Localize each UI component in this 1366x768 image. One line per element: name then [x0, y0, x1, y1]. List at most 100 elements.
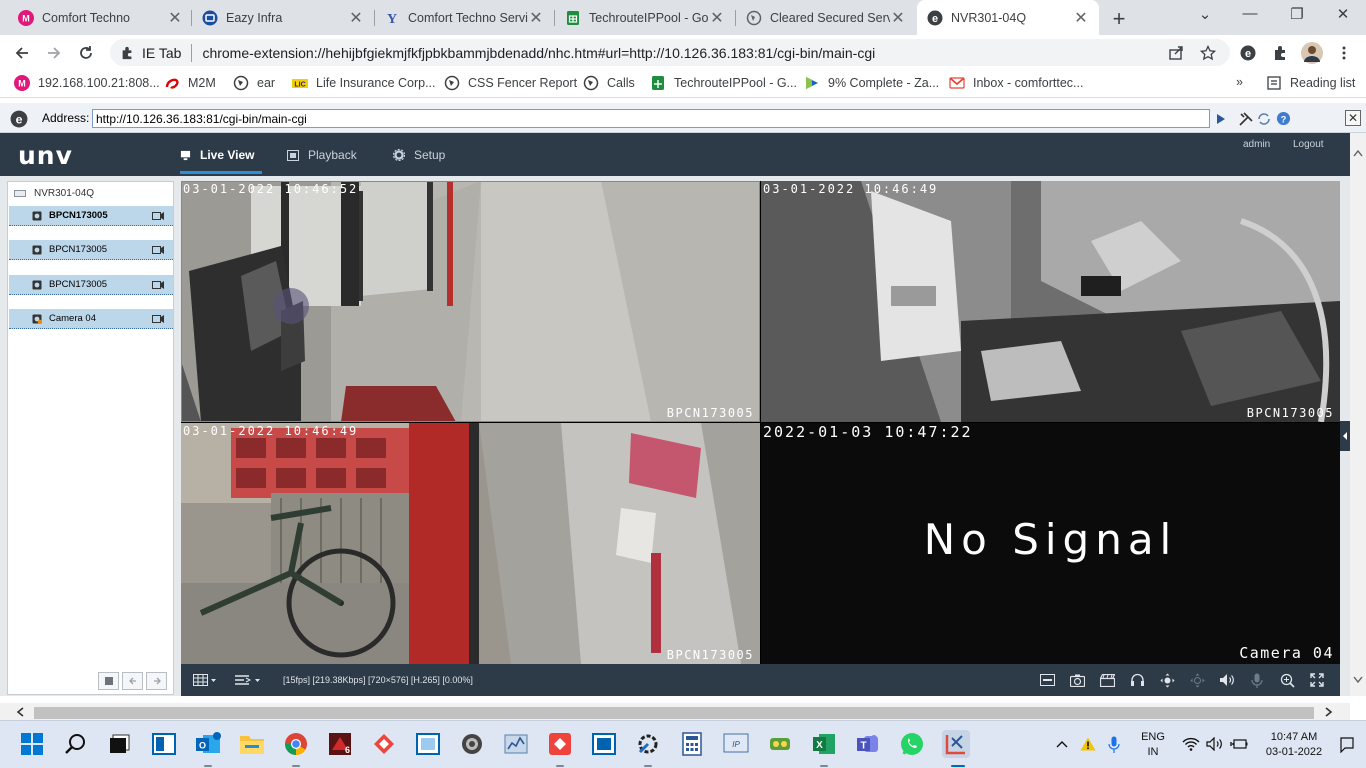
taskbar-app-tools[interactable] — [634, 730, 662, 758]
camera-row[interactable]: BPCN173005 — [9, 240, 173, 260]
bookmark-item[interactable]: ear — [233, 75, 275, 91]
forward-button[interactable] — [41, 40, 67, 66]
taskbar-app-chrome[interactable] — [282, 730, 310, 758]
taskbar-app-excel[interactable]: X — [810, 730, 838, 758]
next-page-button[interactable] — [146, 672, 167, 690]
search-button[interactable] — [62, 730, 90, 758]
bookmark-item[interactable]: Calls — [583, 75, 635, 91]
tab-nvr301[interactable]: e NVR301-04Q ✕ — [917, 0, 1099, 35]
new-tab-button[interactable]: + — [1108, 6, 1130, 32]
vertical-scrollbar[interactable] — [1350, 133, 1366, 696]
go-button[interactable] — [1212, 110, 1228, 127]
taskbar-app-settings[interactable] — [458, 730, 486, 758]
taskbar-app-snipping[interactable] — [942, 730, 970, 758]
close-tab-icon[interactable]: ✕ — [1073, 8, 1089, 28]
start-button[interactable] — [18, 730, 46, 758]
taskbar-app-teams[interactable]: T — [854, 730, 882, 758]
camera-row[interactable]: BPCN173005 — [9, 206, 173, 226]
clock[interactable]: 10:47 AM 03-01-2022 — [1258, 730, 1330, 760]
close-address-bar-button[interactable]: ✕ — [1345, 110, 1361, 126]
task-view-button[interactable] — [106, 730, 134, 758]
bookmark-item[interactable]: M 192.168.100.21:808... — [14, 75, 160, 91]
close-tab-icon[interactable]: ✕ — [167, 8, 183, 28]
sync-icon[interactable] — [1256, 111, 1272, 127]
wifi-icon[interactable] — [1182, 737, 1200, 751]
taskbar-app-network[interactable] — [766, 730, 794, 758]
bookmark-item[interactable]: CSS Fencer Report — [444, 75, 577, 91]
digital-zoom-button[interactable] — [1278, 671, 1296, 689]
chevron-up-icon[interactable] — [1056, 740, 1068, 748]
battery-plug-icon[interactable] — [1230, 737, 1248, 751]
bookmark-star-button[interactable] — [1195, 40, 1221, 66]
chevron-down-icon[interactable] — [1353, 676, 1363, 684]
tab-search-dropdown-icon[interactable]: ⌄ — [1190, 5, 1220, 23]
volume-button[interactable] — [1218, 671, 1236, 689]
chrome-menu-button[interactable] — [1331, 40, 1357, 66]
taskbar-app-outlook[interactable]: O — [194, 730, 222, 758]
record-icon[interactable] — [152, 211, 164, 221]
video-tile-2[interactable]: 03-01-2022 10:46:49 BPCN173005 — [761, 181, 1340, 422]
chevron-left-icon[interactable] — [16, 707, 24, 717]
taskbar-app-calculator[interactable] — [678, 730, 706, 758]
address-bar[interactable]: IE Tab chrome-extension://hehijbfgiekmjf… — [110, 39, 1230, 66]
taskbar-app-window-2[interactable] — [590, 730, 618, 758]
tab-eazy-infra[interactable]: Eazy Infra ✕ — [192, 0, 374, 35]
snapshot-button[interactable] — [1068, 671, 1086, 689]
prev-page-button[interactable] — [122, 672, 143, 690]
notification-icon[interactable] — [1340, 737, 1354, 753]
bookmark-item[interactable]: TechrouteIPPool - G... — [650, 75, 797, 91]
close-tab-icon[interactable]: ✕ — [709, 8, 725, 28]
logout-link[interactable]: Logout — [1293, 139, 1324, 150]
close-tab-icon[interactable]: ✕ — [890, 8, 906, 28]
audio-talk-button[interactable] — [1128, 671, 1146, 689]
stop-button[interactable] — [98, 672, 119, 690]
nav-setup[interactable]: Setup — [393, 148, 445, 162]
taskbar-app-whatsapp[interactable] — [898, 730, 926, 758]
nav-playback[interactable]: Playback — [287, 148, 357, 162]
record-icon[interactable] — [152, 314, 164, 324]
bookmark-item[interactable]: 9% Complete - Za... — [804, 75, 939, 91]
reading-list-button[interactable]: Reading list — [1266, 75, 1355, 91]
video-tile-1[interactable]: 03-01-2022 10:46:52 BPCN173005 — [181, 181, 760, 422]
record-clip-button[interactable] — [1098, 671, 1116, 689]
ptz-button[interactable] — [1158, 671, 1176, 689]
camera-row[interactable]: BPCN173005 — [9, 275, 173, 295]
bookmark-item[interactable]: M2M — [164, 75, 216, 91]
minimize-button[interactable]: — — [1235, 5, 1265, 22]
taskbar-app-window[interactable] — [414, 730, 442, 758]
device-node[interactable]: NVR301-04Q — [14, 188, 94, 199]
record-icon[interactable] — [152, 245, 164, 255]
taskbar-app-ipcam[interactable]: IP — [722, 730, 750, 758]
chevron-right-icon[interactable] — [1325, 707, 1333, 717]
microphone-button[interactable] — [1248, 671, 1266, 689]
help-icon[interactable]: ? — [1276, 111, 1291, 126]
back-button[interactable] — [9, 40, 35, 66]
warning-icon[interactable] — [1080, 737, 1096, 751]
close-window-button[interactable]: ✕ — [1328, 5, 1358, 23]
close-all-button[interactable] — [1038, 671, 1056, 689]
camera-row[interactable]: Camera 04 — [9, 309, 173, 329]
horizontal-scrollbar[interactable] — [0, 703, 1350, 720]
ie-tab-badge[interactable]: IE Tab — [120, 45, 181, 61]
collapse-panel-button[interactable] — [1340, 421, 1350, 451]
tab-comfort-techno-service[interactable]: Y Comfort Techno Servic ✕ — [374, 0, 554, 35]
microphone-icon[interactable] — [1108, 736, 1120, 753]
tools-icon[interactable] — [1238, 111, 1254, 127]
bookmark-item[interactable]: Inbox - comforttec... — [949, 75, 1083, 91]
screen-layout-button[interactable] — [191, 671, 219, 689]
taskbar-app-media[interactable]: 6 — [326, 730, 354, 758]
share-button[interactable] — [1163, 40, 1189, 66]
bookmarks-overflow-button[interactable]: » — [1236, 75, 1243, 89]
stream-select-button[interactable] — [233, 671, 263, 689]
fullscreen-button[interactable] — [1308, 671, 1326, 689]
restore-button[interactable]: ❐ — [1282, 5, 1312, 23]
extensions-button[interactable] — [1267, 40, 1293, 66]
reload-button[interactable] — [73, 40, 99, 66]
video-tile-3[interactable]: 03-01-2022 10:46:49 BPCN173005 — [181, 423, 760, 664]
fisheye-button[interactable] — [1188, 671, 1206, 689]
taskbar-app-anydesk[interactable] — [370, 730, 398, 758]
profile-avatar[interactable] — [1299, 40, 1325, 66]
ie-address-input[interactable] — [92, 109, 1210, 128]
ie-extension-button[interactable]: e — [1235, 40, 1261, 66]
scroll-thumb[interactable] — [34, 707, 1314, 719]
